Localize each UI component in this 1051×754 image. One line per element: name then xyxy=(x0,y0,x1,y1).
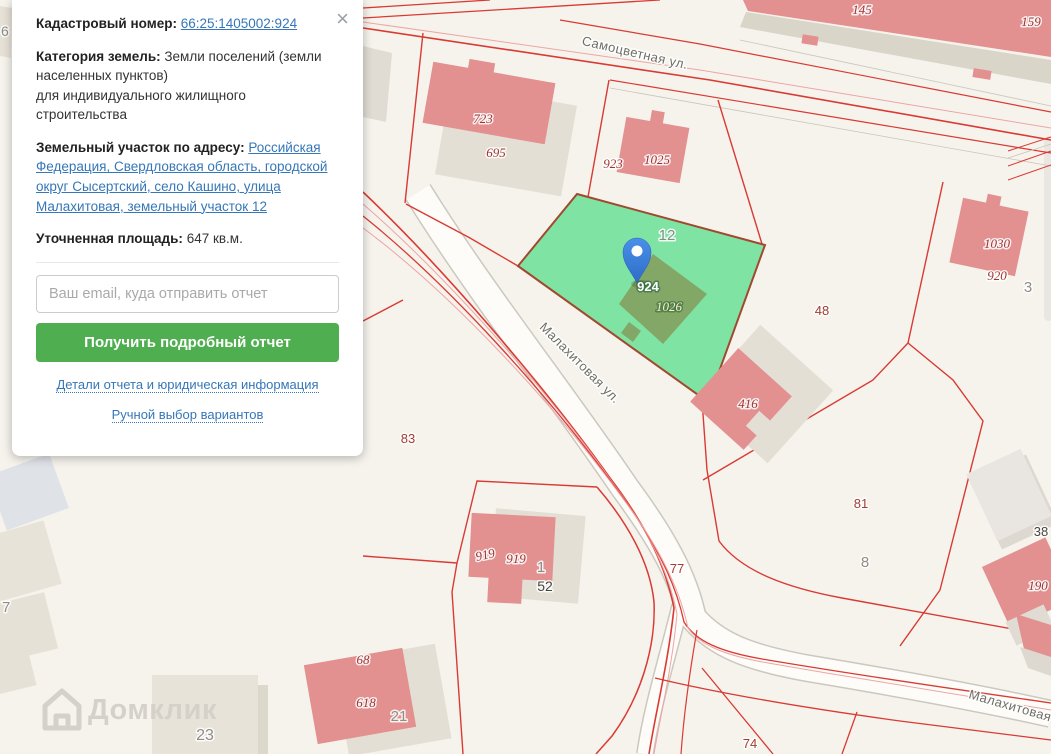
plot-number-6: 6 xyxy=(1,23,9,39)
cadastral-number-row: Кадастровый номер: 66:25:1405002:924 xyxy=(36,14,339,34)
plot-number-12: 12 xyxy=(659,227,676,244)
building-number-190: 190 xyxy=(1028,578,1048,593)
pin-dot-icon xyxy=(631,245,643,257)
manual-selection-link[interactable]: Ручной выбор вариантов xyxy=(111,407,264,423)
divider xyxy=(36,261,339,263)
parcel-info-panel: × Кадастровый номер: 66:25:1405002:924 К… xyxy=(12,0,363,456)
building-number-68: 68 xyxy=(357,652,371,667)
building-number-145: 145 xyxy=(852,2,872,17)
land-category-extra: для индивидуального жилищного строительс… xyxy=(36,87,246,123)
plot-number-1: 1 xyxy=(537,559,545,576)
plot-number-52: 52 xyxy=(537,578,553,594)
plot-number-3: 3 xyxy=(1024,279,1032,296)
land-category-row: Категория земель: Земли поселений (земли… xyxy=(36,47,339,125)
report-details-link[interactable]: Детали отчета и юридическая информация xyxy=(56,377,319,393)
building-number-416: 416 xyxy=(738,396,758,411)
land-category-label: Категория земель: xyxy=(36,48,161,64)
address-row: Земельный участок по адресу: Российская … xyxy=(36,138,339,216)
plot-number-23: 23 xyxy=(196,727,214,744)
close-icon[interactable]: × xyxy=(330,6,355,32)
plot-number-48: 48 xyxy=(815,303,829,318)
cadastral-number-label: Кадастровый номер: xyxy=(36,16,177,31)
building-number-920: 920 xyxy=(987,268,1007,283)
building-number-923: 923 xyxy=(603,156,623,171)
plot-number-77: 77 xyxy=(670,561,684,576)
email-input[interactable] xyxy=(36,274,339,313)
building-number-159: 159 xyxy=(1021,14,1041,29)
plot-number-83: 83 xyxy=(401,431,415,446)
building-number-1026: 1026 xyxy=(656,299,683,314)
area-value: 647 кв.м. xyxy=(186,231,243,247)
cadastral-number-link[interactable]: 66:25:1405002:924 xyxy=(181,16,297,31)
watermark-text: Домклик xyxy=(88,694,217,726)
area-label: Уточненная площадь: xyxy=(36,231,183,247)
marker-cadastral-label: 924 xyxy=(637,279,659,294)
app-window: Самоцветная ул. Малахитовая ул. Малахито… xyxy=(0,0,1051,754)
building-number-695: 695 xyxy=(486,145,506,160)
building-919-tab xyxy=(487,572,523,604)
building-number-1030: 1030 xyxy=(984,236,1011,251)
address-label: Земельный участок по адресу: xyxy=(36,139,245,155)
building-number-723: 723 xyxy=(473,111,493,126)
plot-number-81: 81 xyxy=(854,496,868,511)
plot-number-38: 38 xyxy=(1034,524,1048,539)
building-number-919b: 919 xyxy=(506,551,526,566)
plot-number-74: 74 xyxy=(743,736,757,751)
plot-number-8: 8 xyxy=(861,554,869,571)
get-report-button[interactable]: Получить подробный отчет xyxy=(36,322,339,362)
building-1025 xyxy=(616,116,690,184)
plot-number-21: 21 xyxy=(391,708,408,725)
building-number-1025: 1025 xyxy=(644,152,671,167)
plot-number-7: 7 xyxy=(2,599,10,616)
area-row: Уточненная площадь: 647 кв.м. xyxy=(36,229,339,249)
building-number-618: 618 xyxy=(356,695,376,710)
